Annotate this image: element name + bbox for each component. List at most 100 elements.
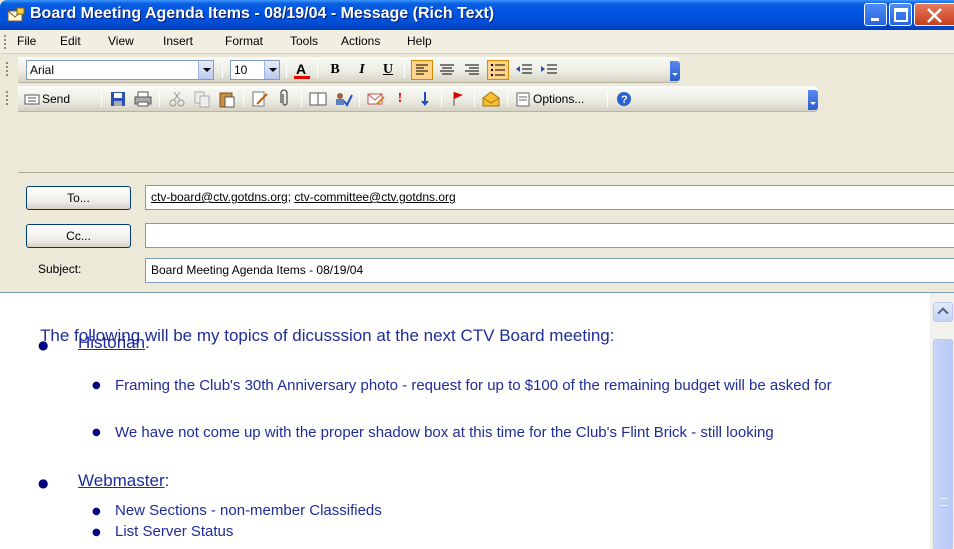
separator (404, 62, 405, 78)
chevron-down-icon[interactable] (264, 61, 279, 79)
toolbar-grip[interactable] (6, 91, 9, 105)
attach-button[interactable] (274, 89, 296, 109)
message-body[interactable]: The following will be my topics of dicus… (0, 292, 954, 549)
insert-file-icon (252, 91, 268, 107)
recipient[interactable]: ctv-committee@ctv.gotdns.org (294, 190, 455, 204)
menu-grip[interactable] (4, 35, 7, 49)
underline-icon: U (382, 62, 394, 77)
chevron-down-icon[interactable] (198, 61, 213, 79)
separator (359, 91, 360, 107)
subject-value: Board Meeting Agenda Items - 08/19/04 (151, 263, 364, 277)
help-button[interactable]: ? (613, 89, 635, 109)
align-left-button[interactable] (411, 60, 433, 80)
follow-up-flag-button[interactable] (447, 89, 469, 109)
high-importance-button[interactable]: ! (389, 89, 411, 109)
decrease-indent-icon (516, 64, 532, 74)
italic-button[interactable]: I (351, 60, 373, 80)
separator (317, 62, 318, 78)
menu-format[interactable]: Format (225, 34, 263, 48)
toolbar-options-icon[interactable] (808, 90, 818, 110)
bold-button[interactable]: B (324, 60, 346, 80)
subject-label: Subject: (38, 262, 82, 276)
menu-help[interactable]: Help (407, 34, 432, 48)
print-button[interactable] (132, 89, 154, 109)
address-book-button[interactable] (307, 89, 329, 109)
exclamation-icon: ! (397, 91, 403, 106)
close-button[interactable] (914, 3, 954, 26)
menu-tools[interactable]: Tools (290, 34, 318, 48)
signature-icon (367, 93, 385, 105)
paperclip-icon (280, 89, 288, 106)
separator (222, 62, 223, 78)
separator (286, 62, 287, 78)
options-icon (516, 92, 530, 107)
clipboard-icon (219, 92, 235, 108)
cut-button[interactable] (166, 89, 188, 109)
separator (243, 91, 244, 107)
menu-actions[interactable]: Actions (341, 34, 380, 48)
section-heading: Historian: (78, 333, 150, 353)
bullet: ● (92, 506, 101, 517)
insert-file-button[interactable] (249, 89, 271, 109)
underline-button[interactable]: U (377, 60, 399, 80)
align-center-button[interactable] (436, 60, 458, 80)
separator (474, 91, 475, 107)
align-right-button[interactable] (461, 60, 483, 80)
to-field[interactable]: ctv-board@ctv.gotdns.org; ctv-committee@… (145, 185, 954, 210)
options-button[interactable]: Options... (513, 89, 603, 109)
cc-field[interactable] (145, 223, 954, 248)
recipient[interactable]: ctv-board@ctv.gotdns.org (151, 190, 288, 204)
menu-insert[interactable]: Insert (163, 34, 193, 48)
menu-edit[interactable]: Edit (60, 34, 81, 48)
vertical-scrollbar[interactable] (930, 293, 954, 549)
scroll-up-arrow-icon[interactable] (933, 302, 953, 322)
standard-toolbar: Send ! Options... ? (6, 86, 818, 112)
send-label: Send (42, 92, 71, 106)
list-item: We have not come up with the proper shad… (115, 424, 774, 441)
cc-button[interactable]: Cc... (26, 224, 131, 248)
close-icon (927, 8, 942, 23)
maximize-button[interactable] (889, 3, 912, 26)
font-name-value: Arial (30, 63, 55, 77)
to-button-label: To... (67, 191, 90, 205)
toolbar-grip[interactable] (6, 62, 9, 76)
header-divider (18, 172, 954, 173)
list-item: New Sections - non-member Classifieds (115, 502, 382, 519)
font-name-combo[interactable]: Arial (26, 60, 214, 80)
send-button[interactable]: Send (22, 89, 94, 109)
list-item: List Server Status (115, 523, 234, 540)
cc-button-label: Cc... (66, 229, 91, 243)
toolbar-options-icon[interactable] (670, 61, 680, 81)
menu-view[interactable]: View (108, 34, 134, 48)
bullets-icon (491, 64, 505, 76)
increase-indent-button[interactable] (538, 60, 560, 80)
bullets-button[interactable] (487, 60, 509, 80)
scroll-thumb[interactable] (933, 339, 953, 549)
bullet: ● (38, 476, 49, 490)
envelope-open-icon (482, 91, 500, 107)
check-names-button[interactable] (332, 89, 354, 109)
low-importance-button[interactable] (414, 89, 436, 109)
to-button[interactable]: To... (26, 186, 131, 210)
separator (607, 91, 608, 107)
separator (159, 91, 160, 107)
bold-icon: B (330, 62, 340, 77)
paste-button[interactable] (216, 89, 238, 109)
minimize-button[interactable] (864, 3, 887, 26)
subject-field[interactable]: Board Meeting Agenda Items - 08/19/04 (145, 258, 954, 283)
copy-button[interactable] (191, 89, 213, 109)
signature-button[interactable] (365, 89, 387, 109)
section-colon: : (145, 333, 150, 352)
copy-icon (194, 91, 210, 108)
title-bar: Board Meeting Agenda Items - 08/19/04 - … (0, 0, 954, 30)
decrease-indent-button[interactable] (513, 60, 535, 80)
save-button[interactable] (107, 89, 129, 109)
separator (101, 91, 102, 107)
down-arrow-icon (421, 92, 429, 106)
separator (301, 91, 302, 107)
permission-button[interactable] (480, 89, 502, 109)
font-size-combo[interactable]: 10 (230, 60, 280, 80)
font-color-button[interactable]: A (291, 60, 313, 80)
floppy-disk-icon (111, 92, 125, 106)
menu-file[interactable]: File (17, 34, 36, 48)
